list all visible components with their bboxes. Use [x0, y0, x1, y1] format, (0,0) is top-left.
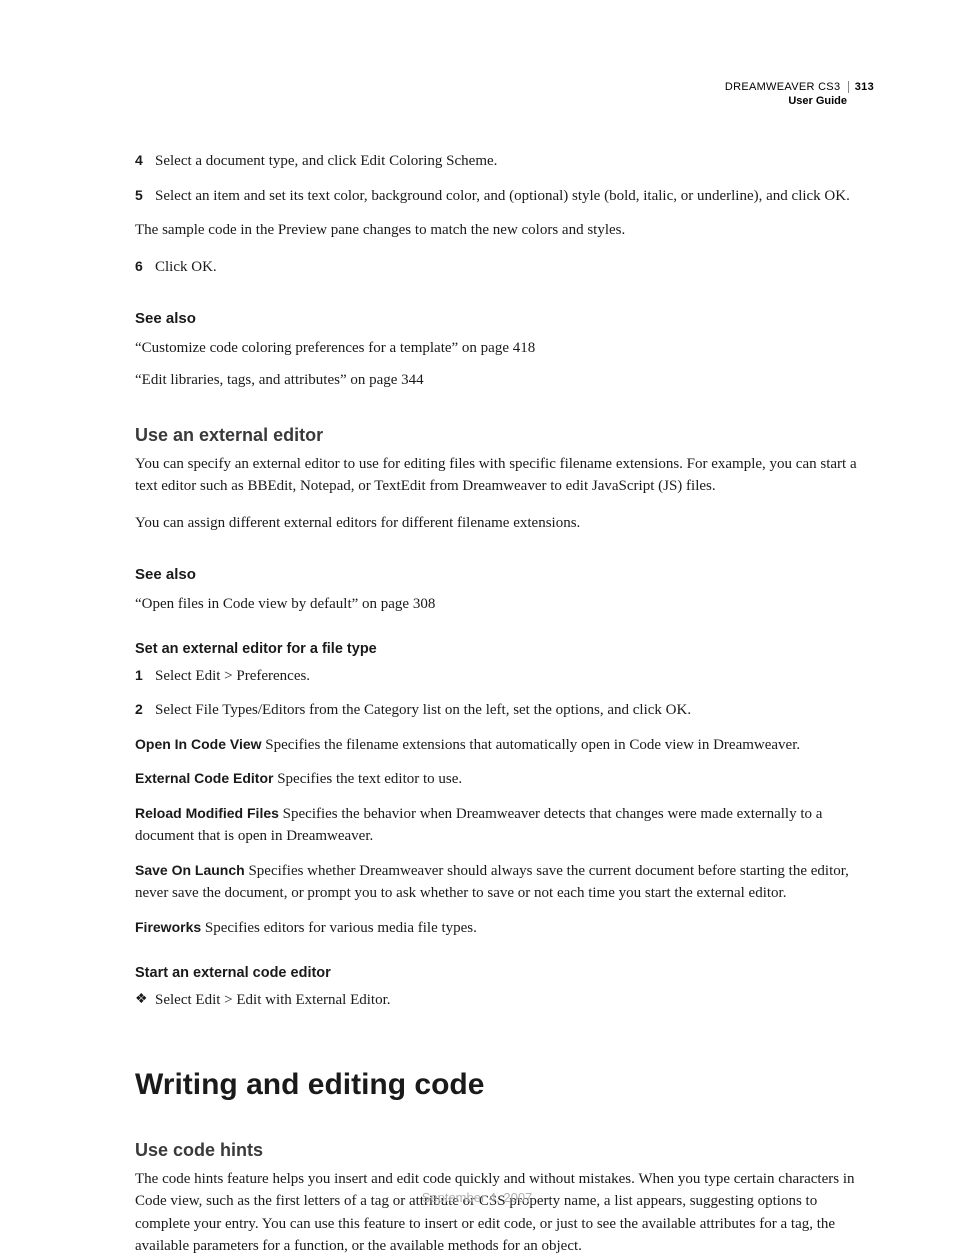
step-item: 6 Click OK. [135, 256, 874, 279]
page: DREAMWEAVER CS3 313 User Guide 4 Select … [0, 0, 954, 1235]
product-name: DREAMWEAVER CS3 [725, 81, 841, 93]
subsection-heading: Set an external editor for a file type [135, 639, 874, 661]
step-number: 6 [135, 256, 155, 279]
option-label: Reload Modified Files [135, 805, 279, 821]
option-description: Open In Code View Specifies the filename… [135, 734, 874, 757]
guide-label: User Guide [725, 94, 874, 108]
option-text: Specifies editors for various media file… [205, 920, 477, 936]
chapter-heading: Writing and editing code [135, 1062, 874, 1107]
option-text: Specifies the filename extensions that a… [265, 737, 800, 753]
subsection-heading: Start an external code editor [135, 963, 874, 985]
body-paragraph: You can specify an external editor to us… [135, 453, 874, 498]
step-item: 1 Select Edit > Preferences. [135, 665, 874, 688]
step-text: Select an item and set its text color, b… [155, 185, 874, 208]
step-item: 2 Select File Types/Editors from the Cat… [135, 699, 874, 722]
cross-reference: “Open files in Code view by default” on … [135, 593, 874, 616]
section-heading: Use an external editor [135, 422, 874, 449]
step-number: 5 [135, 185, 155, 208]
bullet-text: Select Edit > Edit with External Editor. [155, 989, 391, 1012]
content-area: 4 Select a document type, and click Edit… [135, 150, 874, 1258]
step-text: Select a document type, and click Edit C… [155, 150, 874, 173]
option-description: Reload Modified Files Specifies the beha… [135, 803, 874, 848]
diamond-bullet-icon: ❖ [135, 989, 155, 1012]
body-paragraph: The code hints feature helps you insert … [135, 1168, 874, 1258]
step-text: Click OK. [155, 256, 874, 279]
step-item: 4 Select a document type, and click Edit… [135, 150, 874, 173]
section-heading: Use code hints [135, 1137, 874, 1164]
step-text: Select Edit > Preferences. [155, 665, 874, 688]
option-label: Fireworks [135, 919, 201, 935]
cross-reference: “Customize code coloring preferences for… [135, 337, 874, 360]
see-also-heading: See also [135, 308, 874, 331]
option-label: Open In Code View [135, 736, 262, 752]
step-text: Select File Types/Editors from the Categ… [155, 699, 874, 722]
body-paragraph: You can assign different external editor… [135, 512, 874, 535]
option-label: External Code Editor [135, 770, 273, 786]
see-also-heading: See also [135, 564, 874, 587]
cross-reference: “Edit libraries, tags, and attributes” o… [135, 369, 874, 392]
bullet-item: ❖ Select Edit > Edit with External Edito… [135, 989, 874, 1012]
body-paragraph: The sample code in the Preview pane chan… [135, 219, 874, 242]
page-number: 313 [848, 81, 874, 93]
step-number: 2 [135, 699, 155, 722]
step-number: 1 [135, 665, 155, 688]
option-description: Fireworks Specifies editors for various … [135, 917, 874, 940]
step-number: 4 [135, 150, 155, 173]
footer-date: September 4, 2007 [0, 1190, 954, 1205]
option-text: Specifies the text editor to use. [277, 771, 462, 787]
header-line-1: DREAMWEAVER CS3 313 [725, 80, 874, 94]
page-header: DREAMWEAVER CS3 313 User Guide [725, 80, 874, 109]
option-label: Save On Launch [135, 862, 245, 878]
option-description: Save On Launch Specifies whether Dreamwe… [135, 860, 874, 905]
step-item: 5 Select an item and set its text color,… [135, 185, 874, 208]
option-description: External Code Editor Specifies the text … [135, 768, 874, 791]
